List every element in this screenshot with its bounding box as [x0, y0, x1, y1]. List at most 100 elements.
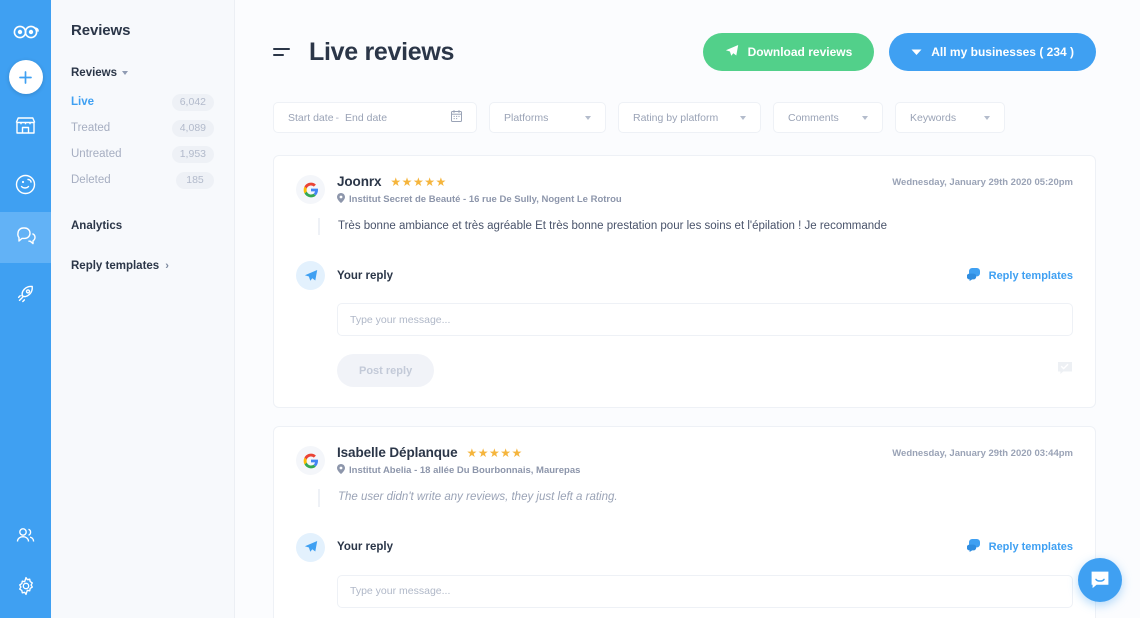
reply-actions: Post reply	[337, 354, 1073, 388]
sidebar-item-live[interactable]: Live 6,042	[71, 90, 214, 114]
icon-rail	[0, 0, 51, 618]
paper-plane-icon	[725, 44, 739, 61]
sidebar-item-reply-templates[interactable]: Reply templates ›	[71, 260, 214, 272]
calendar-icon[interactable]	[451, 110, 462, 125]
review-timestamp: Wednesday, January 29th 2020 03:44pm	[892, 448, 1073, 460]
reply-plane-icon	[296, 532, 325, 562]
rail-item-boost[interactable]	[0, 271, 51, 322]
keywords-filter-label: Keywords	[910, 111, 957, 124]
sidebar-item-count: 1,953	[171, 145, 214, 163]
date-separator: -	[335, 111, 340, 124]
sidebar-title: Reviews	[71, 22, 131, 39]
review-location: Institut Abelia - 18 allée Du Bourbonnai…	[337, 464, 892, 477]
sidebar-item-label: Live	[71, 96, 95, 108]
face-smile-icon	[15, 174, 36, 200]
speech-bubbles-icon	[966, 267, 982, 284]
review-author: Isabelle Déplanque	[337, 445, 458, 461]
reply-templates-label: Reply templates	[988, 541, 1073, 553]
app-root: Reviews Reviews Live 6,042 Treated 4,089…	[0, 0, 1140, 618]
page-header: Live reviews Download reviews All my bus…	[235, 0, 1140, 104]
sidebar-item-count: 6,042	[171, 93, 214, 111]
sidebar-group-reviews[interactable]: Reviews	[71, 67, 214, 79]
reply-label: Your reply	[337, 269, 394, 282]
sidebar-item-deleted[interactable]: Deleted 185	[71, 168, 214, 192]
review-card: Isabelle Déplanque ★★★★★ Institut Abelia…	[273, 426, 1096, 618]
post-reply-button[interactable]: Post reply	[337, 354, 435, 388]
reply-templates-link[interactable]: Reply templates	[966, 539, 1073, 555]
review-location-text: Institut Secret de Beauté - 16 rue De Su…	[349, 194, 622, 205]
sidebar-item-label: Treated	[71, 122, 111, 134]
speech-bubbles-icon	[966, 539, 982, 555]
all-businesses-button[interactable]: All my businesses ( 234 )	[889, 33, 1096, 71]
menu-toggle-icon[interactable]	[273, 48, 290, 56]
rail-item-feedback[interactable]	[0, 161, 51, 212]
header-actions: Download reviews All my businesses ( 234…	[702, 33, 1096, 71]
reply-input[interactable]: Type your message...	[337, 574, 1073, 608]
sidebar-item-count: 185	[176, 171, 214, 189]
review-header: Joonrx ★★★★★ Institut Secret de Beauté -…	[296, 174, 1073, 206]
storefront-icon	[15, 116, 36, 140]
review-header: Isabelle Déplanque ★★★★★ Institut Abelia…	[296, 445, 1073, 477]
star-rating: ★★★★★	[466, 445, 523, 460]
platforms-filter[interactable]: Platforms	[489, 102, 606, 133]
chevron-down-icon	[740, 115, 746, 120]
review-location: Institut Secret de Beauté - 16 rue De Su…	[337, 193, 892, 206]
rail-item-businesses[interactable]	[0, 102, 51, 153]
location-pin-icon	[337, 464, 345, 477]
chevron-down-icon	[984, 115, 990, 120]
review-location-text: Institut Abelia - 18 allée Du Bourbonnai…	[349, 465, 581, 477]
platforms-filter-label: Platforms	[504, 111, 549, 124]
sidebar-item-treated[interactable]: Treated 4,089	[71, 116, 214, 140]
review-card: Joonrx ★★★★★ Institut Secret de Beauté -…	[273, 155, 1096, 409]
reply-header: Your reply Reply templates	[296, 261, 1073, 291]
filter-bar: Start date - End date Platforms Rating b…	[235, 102, 1140, 133]
rating-filter[interactable]: Rating by platform	[618, 102, 761, 133]
goggles-logo[interactable]	[0, 12, 51, 52]
star-rating: ★★★★★	[390, 174, 447, 189]
date-range-filter[interactable]: Start date - End date	[273, 102, 477, 133]
page-title: Live reviews	[309, 37, 455, 66]
location-pin-icon	[337, 193, 345, 206]
sidebar-item-label: Deleted	[71, 174, 111, 186]
download-reviews-label: Download reviews	[747, 45, 853, 59]
start-date-input[interactable]: Start date	[288, 112, 334, 124]
chevron-down-icon	[585, 115, 591, 120]
download-reviews-button[interactable]: Download reviews	[702, 33, 875, 71]
chevron-right-icon: ›	[165, 260, 169, 272]
all-businesses-label: All my businesses ( 234 )	[931, 45, 1074, 59]
speech-bubbles-icon	[15, 225, 37, 251]
comments-filter[interactable]: Comments	[773, 102, 883, 133]
rail-item-team[interactable]	[0, 512, 51, 563]
sidebar-item-analytics[interactable]: Analytics	[71, 220, 214, 232]
mark-treated-icon[interactable]	[1057, 361, 1073, 381]
review-timestamp: Wednesday, January 29th 2020 05:20pm	[892, 177, 1073, 188]
keywords-filter[interactable]: Keywords	[895, 102, 1005, 133]
rocket-icon	[15, 284, 36, 310]
intercom-messenger-launcher[interactable]	[1078, 558, 1122, 602]
reply-templates-label: Reply templates	[988, 269, 1073, 282]
main-content: Live reviews Download reviews All my bus…	[235, 0, 1140, 618]
gear-icon	[16, 576, 36, 601]
reply-plane-icon	[296, 261, 325, 291]
chevron-down-icon	[911, 45, 922, 59]
review-list: Joonrx ★★★★★ Institut Secret de Beauté -…	[235, 133, 1140, 618]
sidebar-item-label: Reply templates	[71, 260, 160, 272]
review-text: Très bonne ambiance et très agréable Et …	[318, 218, 1073, 236]
reply-label: Your reply	[337, 541, 394, 553]
rail-item-reviews[interactable]	[0, 212, 51, 263]
sidebar-item-untreated[interactable]: Untreated 1,953	[71, 142, 214, 166]
reply-templates-link[interactable]: Reply templates	[966, 267, 1073, 284]
add-button[interactable]	[8, 60, 43, 94]
sidebar-group-label: Reviews	[71, 67, 118, 79]
reply-input-placeholder: Type your message...	[350, 313, 451, 326]
sidebar: Reviews Reviews Live 6,042 Treated 4,089…	[51, 0, 235, 618]
chevron-down-icon	[862, 115, 868, 120]
reply-input[interactable]: Type your message...	[337, 303, 1073, 337]
review-text: The user didn't write any reviews, they …	[318, 489, 1073, 507]
sidebar-item-label: Untreated	[71, 148, 122, 160]
rating-filter-label: Rating by platform	[633, 111, 719, 124]
rail-item-settings[interactable]	[0, 563, 51, 614]
comments-filter-label: Comments	[788, 111, 839, 124]
end-date-input[interactable]: End date	[345, 112, 387, 124]
reply-header: Your reply Reply templates	[296, 532, 1073, 562]
